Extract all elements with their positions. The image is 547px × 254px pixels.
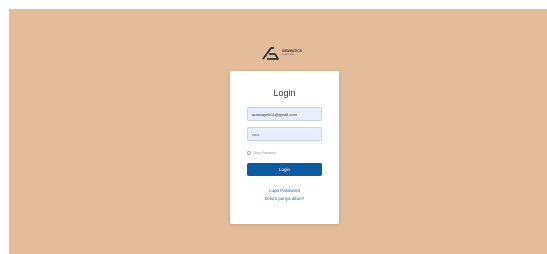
geomatics-logo-icon [262, 46, 279, 60]
login-button[interactable]: Login [247, 163, 322, 176]
brand-logo: GEOMATICS PLATFORM [262, 46, 308, 60]
login-card: Login Show Password Login Lupa Password … [230, 71, 339, 224]
login-title: Login [273, 88, 296, 98]
show-password-label: Show Password [253, 151, 276, 155]
brand-tagline: PLATFORM [282, 53, 294, 56]
show-password-checkbox[interactable] [247, 151, 251, 155]
email-field[interactable] [247, 107, 322, 121]
register-link[interactable]: belum punya akun? [230, 196, 339, 201]
forgot-password-link[interactable]: Lupa Password [230, 188, 339, 193]
brand-wordmark: GEOMATICS PLATFORM [282, 49, 302, 56]
password-field[interactable] [247, 127, 322, 141]
show-password-toggle[interactable]: Show Password [247, 150, 276, 156]
